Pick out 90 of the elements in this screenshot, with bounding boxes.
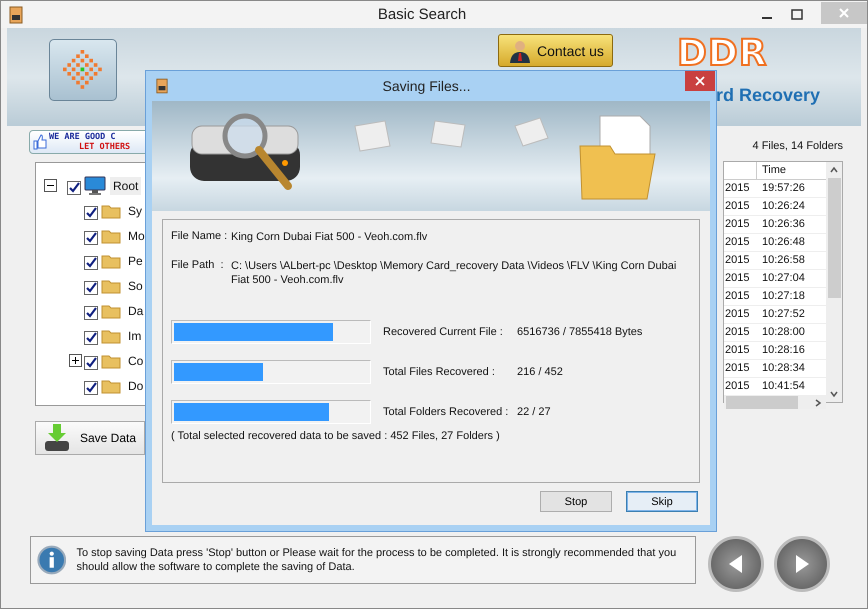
dialog-button[interactable]: Skip [626,491,698,512]
person-icon [509,38,531,62]
file-name-value: King Corn Dubai Fiat 500 - Veoh.com.flv [231,230,428,244]
checkbox[interactable] [84,330,98,344]
tree-item[interactable]: Im [125,326,144,344]
close-button[interactable] [685,71,715,91]
progress-label: Recovered Current File : [383,326,504,338]
table-cell-text: 10:27:04 [761,271,805,286]
tree-item[interactable]: Sy [125,202,146,220]
app-icon [156,78,168,94]
table-cell-text: 10:26:48 [761,235,805,250]
tree-item[interactable]: Do [125,376,146,394]
table-cell-text: 10:26:24 [761,199,805,214]
file-count-summary: 4 Files, 14 Folders [752,140,843,152]
vertical-scrollbar[interactable] [826,162,842,402]
table-cell-text: 2015 [724,235,750,250]
file-path-value: C: \Users \ALbert-pc \Desktop \Memory Card_recovery Data \Videos \FLV \King Corn Dubai Fiat 500 - Veoh.com.flv [231,259,678,287]
tree-item[interactable]: Pe [125,252,146,270]
progress-label: Total Files Recovered : [383,366,496,378]
tree-item[interactable]: Root [110,176,142,194]
horizontal-scrollbar[interactable] [724,396,826,409]
table-cell-text: 10:28:16 [761,343,805,358]
folder-icon [101,228,121,244]
table-cell-text: 2015 [724,307,750,322]
progress-reading: 22 / 27 [517,406,551,418]
tree-item[interactable]: So [125,276,146,294]
table-cell-text: 2015 [724,253,750,268]
folder-icon [101,202,121,218]
checkbox[interactable] [67,180,81,194]
close-icon [838,6,850,18]
table-cell-text: 10:27:52 [761,307,805,322]
collapse-toggle[interactable] [44,179,57,192]
checkbox[interactable] [84,206,98,220]
expand-toggle[interactable] [69,354,82,367]
folder-icon [101,278,121,294]
folder-icon [101,252,121,268]
promo-text: WE ARE GOOD C [49,132,117,142]
promo-text: LET OTHERS [78,142,130,152]
table-cell-text: 19:57:26 [761,181,805,196]
field-label: File Path : [171,259,225,273]
checkbox[interactable] [84,306,98,320]
table-cell-text: 10:28:34 [761,361,805,376]
checkbox[interactable] [84,280,98,294]
tree-item[interactable]: Da [125,302,146,320]
folder-icon [101,352,121,368]
table-cell-text: 2015 [724,343,750,358]
folder-icon [101,378,121,394]
app-icon [9,6,23,24]
progress-reading: 6516736 / 7855418 Bytes [517,326,642,338]
total-summary: ( Total selected recovered data to be saved : 452 Files, 27 Folders ) [171,430,501,442]
table-cell-text: 2015 [724,181,750,196]
progress-label: Total Folders Recovered : [383,406,510,418]
field-label: File Name : [171,230,228,244]
table-cell-text: 2015 [724,379,750,394]
window-title: Basic Search [376,6,468,23]
product-title: rd Recovery [716,85,820,106]
contact-us-button[interactable]: Contact us [498,34,613,67]
folder-icon [101,302,121,318]
table-cell-text: 10:26:36 [761,217,805,232]
table-cell-text: 2015 [724,325,750,340]
brand-logo-text: DDR [676,33,768,74]
checkbox[interactable] [84,230,98,244]
table-cell-text: 2015 [724,361,750,376]
dialog-title: Saving Files... [382,78,472,94]
checkbox[interactable] [84,356,98,370]
tree-item[interactable]: Mo [125,226,148,244]
close-icon [695,76,705,86]
table-cell-text: 2015 [724,217,750,232]
thumbs-up-icon [33,134,47,150]
save-data-button[interactable]: Save Data [35,421,145,455]
checkbox[interactable] [84,380,98,394]
folder-icon [101,328,121,344]
computer-icon [84,176,106,196]
table-cell-text: 10:27:18 [761,289,805,304]
checkbox[interactable] [84,256,98,270]
dotted-logo-icon [63,50,103,90]
tree-item[interactable]: Co [125,352,146,370]
maximize-icon[interactable] [791,8,803,20]
table-cell-text: 2015 [724,289,750,304]
table-cell-text: 2015 [724,271,750,286]
plus-icon [70,355,81,366]
column-header[interactable]: Time [757,162,826,179]
table-cell-text: 10:26:58 [761,253,805,268]
table-cell-text: 10:28:00 [761,325,805,340]
progress-reading: 216 / 452 [517,366,563,378]
dialog-button[interactable]: Stop [540,491,612,512]
info-message: To stop saving Data press 'Stop' button or Please wait for the process to be completed. It is strongly recommended that you should allow the software to complete the saving of Data. [76,546,678,574]
table-cell-text: 10:41:54 [761,379,805,394]
table-cell-text: 2015 [724,199,750,214]
download-drive-icon [42,423,72,453]
